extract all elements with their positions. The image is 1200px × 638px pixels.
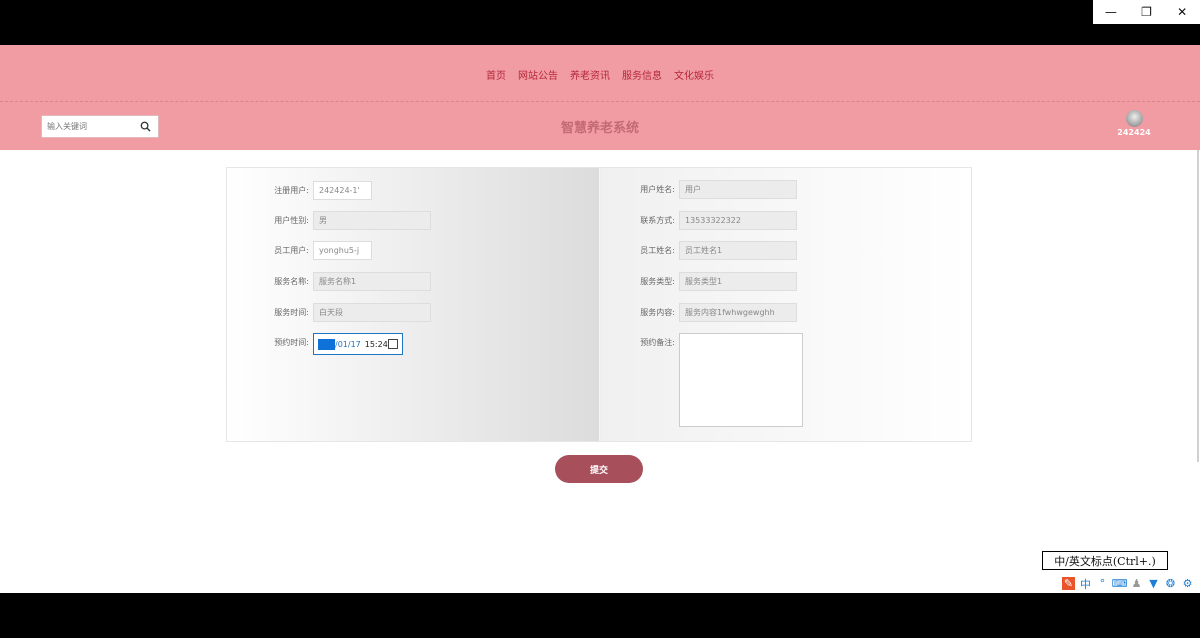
toolbox-icon[interactable]: ❂ [1164,577,1177,590]
service-type-input[interactable]: 服务类型1 [679,272,797,291]
field-label: 服务名称: [274,277,309,286]
top-nav: 首页 网站公告 养老资讯 服务信息 文化娱乐 [0,45,1200,102]
service-name-input[interactable]: 服务名称1 [313,272,431,291]
field-service-name: 服务名称: 服务名称1 [269,272,431,291]
field-label: 用户性别: [274,216,309,225]
field-appointment-note: 预约备注: [635,333,803,427]
field-label: 员工姓名: [640,246,675,255]
field-label: 服务类型: [640,277,675,286]
service-content-input[interactable]: 服务内容1fwhwgewghh [679,303,797,322]
staff-user-input[interactable]: yonghu5-j [313,241,372,260]
scrollbar[interactable] [1197,150,1199,462]
field-label: 预约时间: [274,338,309,347]
bottom-bar [0,593,1200,638]
minimize-icon[interactable]: — [1093,0,1129,24]
user-menu[interactable]: 242424 [1114,110,1154,137]
field-label: 预约备注: [640,338,675,347]
contact-input[interactable]: 13533322322 [679,211,797,230]
user-name[interactable]: 242424 [1114,128,1154,137]
avatar[interactable] [1125,110,1143,127]
field-label: 注册用户: [274,186,309,195]
field-service-type: 服务类型: 服务类型1 [635,272,797,291]
submit-button[interactable]: 提交 [555,455,643,483]
ime-punctuation-icon[interactable]: ° [1096,577,1109,590]
nav-home[interactable]: 首页 [486,67,506,82]
app-viewport: 首页 网站公告 养老资讯 服务信息 文化娱乐 智慧养老系统 242424 注册用… [0,45,1200,593]
staff-name-input[interactable]: 员工姓名1 [679,241,797,260]
year-selection[interactable] [318,338,335,350]
nav-links: 首页 网站公告 养老资讯 服务信息 文化娱乐 [0,67,1200,82]
nav-service-info[interactable]: 服务信息 [622,67,662,82]
service-time-input[interactable]: 白天段 [313,303,431,322]
time-value: 15:24 [364,339,388,349]
field-label: 联系方式: [640,216,675,225]
nav-announcements[interactable]: 网站公告 [518,67,558,82]
field-user-gender: 用户性别: 男 [269,211,431,230]
date-value: /01/17 [335,339,361,349]
user-gender-input[interactable]: 男 [313,211,431,230]
field-staff-name: 员工姓名: 员工姓名1 [635,241,797,260]
field-label: 服务内容: [640,308,675,317]
field-service-content: 服务内容: 服务内容1fwhwgewghh [635,303,797,322]
registered-user-input[interactable]: 242424-1' [313,181,372,200]
field-staff-user: 员工用户: yonghu5-j [269,241,372,260]
header-bar: 智慧养老系统 242424 [0,102,1200,150]
ime-tooltip: 中/英文标点(Ctrl+.) [1042,551,1168,570]
field-label: 员工用户: [274,246,309,255]
field-registered-user: 注册用户: 242424-1' [269,181,372,200]
appointment-datetime-input[interactable]: /01/17 15:24 [313,333,403,355]
ime-toolbar: ✎ 中 ° ⌨ ♟ ▼ ❂ ⚙ [1057,574,1200,593]
user-icon[interactable]: ♟ [1130,577,1143,590]
field-label: 用户姓名: [640,185,675,194]
user-name-input[interactable]: 用户 [679,180,797,199]
window-controls: — ❐ ✕ [1093,0,1200,24]
field-contact: 联系方式: 13533322322 [635,211,797,230]
nav-culture-entertainment[interactable]: 文化娱乐 [674,67,714,82]
field-label: 服务时间: [274,308,309,317]
ime-language[interactable]: 中 [1079,577,1092,591]
column-divider [599,168,600,441]
nav-eldercare-news[interactable]: 养老资讯 [570,67,610,82]
field-user-name: 用户姓名: 用户 [635,180,797,199]
booking-form: 注册用户: 242424-1' 用户性别: 男 员工用户: yonghu5-j … [226,167,972,442]
keyboard-icon[interactable]: ⌨ [1112,577,1128,590]
close-icon[interactable]: ✕ [1164,0,1200,24]
calendar-icon[interactable] [388,339,398,349]
skin-icon[interactable]: ▼ [1147,577,1160,590]
ime-logo-icon[interactable]: ✎ [1062,577,1075,590]
gear-icon[interactable]: ⚙ [1181,577,1194,590]
appointment-note-textarea[interactable] [679,333,803,427]
restore-icon[interactable]: ❐ [1129,0,1165,24]
field-service-time: 服务时间: 白天段 [269,303,431,322]
field-appointment-time: 预约时间: /01/17 15:24 [269,333,403,355]
site-title: 智慧养老系统 [560,121,639,136]
title-bar: — ❐ ✕ [0,0,1200,45]
